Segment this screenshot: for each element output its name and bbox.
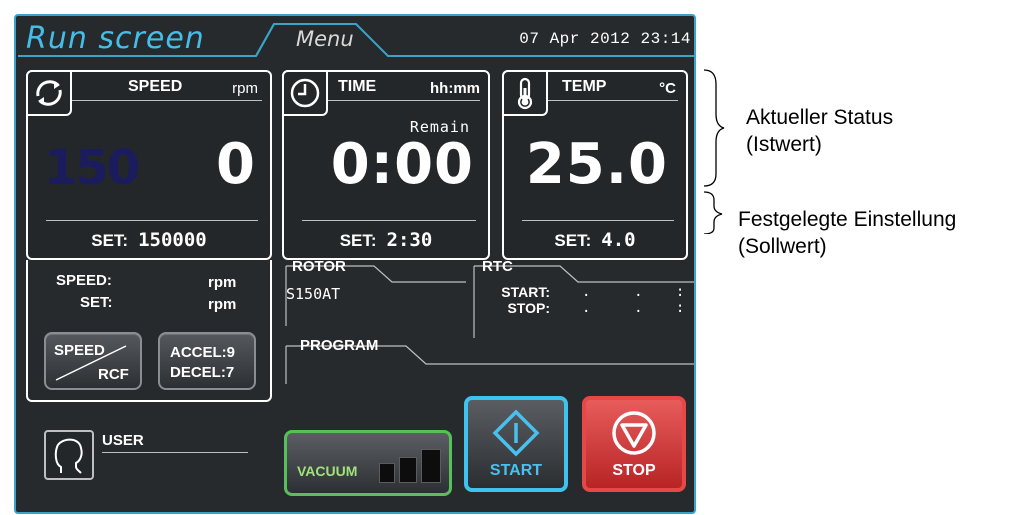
- divider: [46, 220, 258, 221]
- tab-menu[interactable]: Menu: [274, 24, 384, 54]
- clock-icon: [282, 70, 328, 116]
- temp-set-value: 4.0: [601, 229, 636, 251]
- time-panel: TIME hh:mm Remain 0:00 SET: 2:30: [282, 70, 490, 260]
- vacuum-level-bar: [399, 457, 417, 483]
- speed-current-value: 0: [216, 132, 256, 197]
- stop-button[interactable]: STOP: [582, 396, 686, 492]
- speed-unit: rpm: [232, 80, 258, 97]
- start-label: START: [489, 462, 543, 479]
- vacuum-level-bar: [379, 463, 395, 483]
- user-label: USER: [102, 432, 144, 449]
- speed-rcf-bottom-label: RCF: [98, 366, 129, 383]
- temp-set-row[interactable]: SET: 4.0: [504, 229, 686, 251]
- time-set-value: 2:30: [386, 229, 433, 251]
- annotation-set-value: Festgelegte Einstellung (Sollwert): [738, 206, 956, 260]
- stop-circle-triangle-icon: [612, 411, 656, 455]
- divider: [522, 220, 674, 221]
- run-screen: Run screen Menu 07 Apr 2012 23:14 SPEED …: [14, 14, 696, 514]
- annotation-current-line1: Aktueller Status: [746, 106, 894, 129]
- annotation-current-line2: (Istwert): [746, 133, 822, 156]
- secondary-speed-unit: rpm: [208, 274, 237, 291]
- rtc-stop-label: STOP:: [507, 300, 550, 316]
- annotation-set-line2: (Sollwert): [738, 235, 827, 258]
- stop-label: STOP: [612, 462, 656, 479]
- annotation-current-status: Aktueller Status (Istwert): [746, 104, 893, 158]
- vacuum-level-bar: [421, 449, 441, 483]
- speed-rcf-button[interactable]: SPEED RCF: [44, 332, 142, 390]
- secondary-speed-label: SPEED:: [56, 272, 112, 289]
- speed-set-label: SET:: [91, 231, 129, 250]
- start-button[interactable]: START: [464, 396, 568, 492]
- rtc-stop-value[interactable]: . . :: [582, 300, 686, 316]
- tab-run-screen[interactable]: Run screen: [20, 22, 272, 56]
- temp-title: TEMP: [562, 78, 607, 95]
- vacuum-button[interactable]: VACUUM: [284, 430, 452, 496]
- divider: [328, 100, 480, 101]
- rotor-title: ROTOR: [292, 258, 346, 275]
- thermometer-icon: [502, 70, 548, 116]
- user-button[interactable]: [44, 430, 94, 480]
- user-head-icon: [54, 438, 83, 474]
- divider: [72, 100, 262, 101]
- program-title: PROGRAM: [300, 337, 379, 354]
- speed-rcf-top-label: SPEED: [54, 342, 105, 359]
- speed-ghost-digits: 150: [44, 140, 140, 196]
- speed-set-row[interactable]: SET: 150000: [28, 229, 270, 251]
- rtc-title: RTC: [482, 258, 513, 275]
- time-set-label: SET:: [339, 231, 377, 250]
- rtc-start-label: START:: [501, 284, 550, 300]
- rtc-start-value[interactable]: . . :: [582, 284, 686, 300]
- accel-label: ACCEL:9: [170, 344, 236, 361]
- rotate-arrows-icon: [26, 70, 72, 116]
- secondary-set-unit: rpm: [208, 296, 237, 313]
- start-diamond-icon: [492, 409, 540, 457]
- annotation-set-line1: Festgelegte Einstellung: [738, 208, 957, 231]
- divider: [102, 452, 248, 453]
- time-title: TIME: [338, 78, 377, 95]
- rotor-value[interactable]: S150AT: [286, 285, 340, 303]
- speed-panel: SPEED rpm 150 0 SET: 150000: [26, 70, 272, 260]
- temp-current-value: 25.0: [525, 132, 668, 197]
- divider: [548, 100, 678, 101]
- time-current-value: 0:00: [330, 132, 474, 197]
- temp-set-label: SET:: [554, 231, 592, 250]
- decel-label: DECEL:7: [170, 364, 235, 381]
- divider: [302, 220, 476, 221]
- time-unit: hh:mm: [430, 80, 480, 97]
- temp-unit: °C: [659, 80, 676, 97]
- section-outlines: [285, 265, 694, 384]
- temp-panel: TEMP °C 25.0 SET: 4.0: [502, 70, 688, 260]
- datetime-display: 07 Apr 2012 23:14: [519, 30, 691, 48]
- speed-title: SPEED: [128, 78, 183, 95]
- annotation-braces: [703, 69, 725, 234]
- secondary-set-label: SET:: [80, 294, 113, 311]
- vacuum-label: VACUUM: [297, 463, 358, 479]
- speed-set-value: 150000: [138, 229, 207, 251]
- accel-decel-button[interactable]: ACCEL:9 DECEL:7: [158, 332, 256, 390]
- time-set-row[interactable]: SET: 2:30: [284, 229, 488, 251]
